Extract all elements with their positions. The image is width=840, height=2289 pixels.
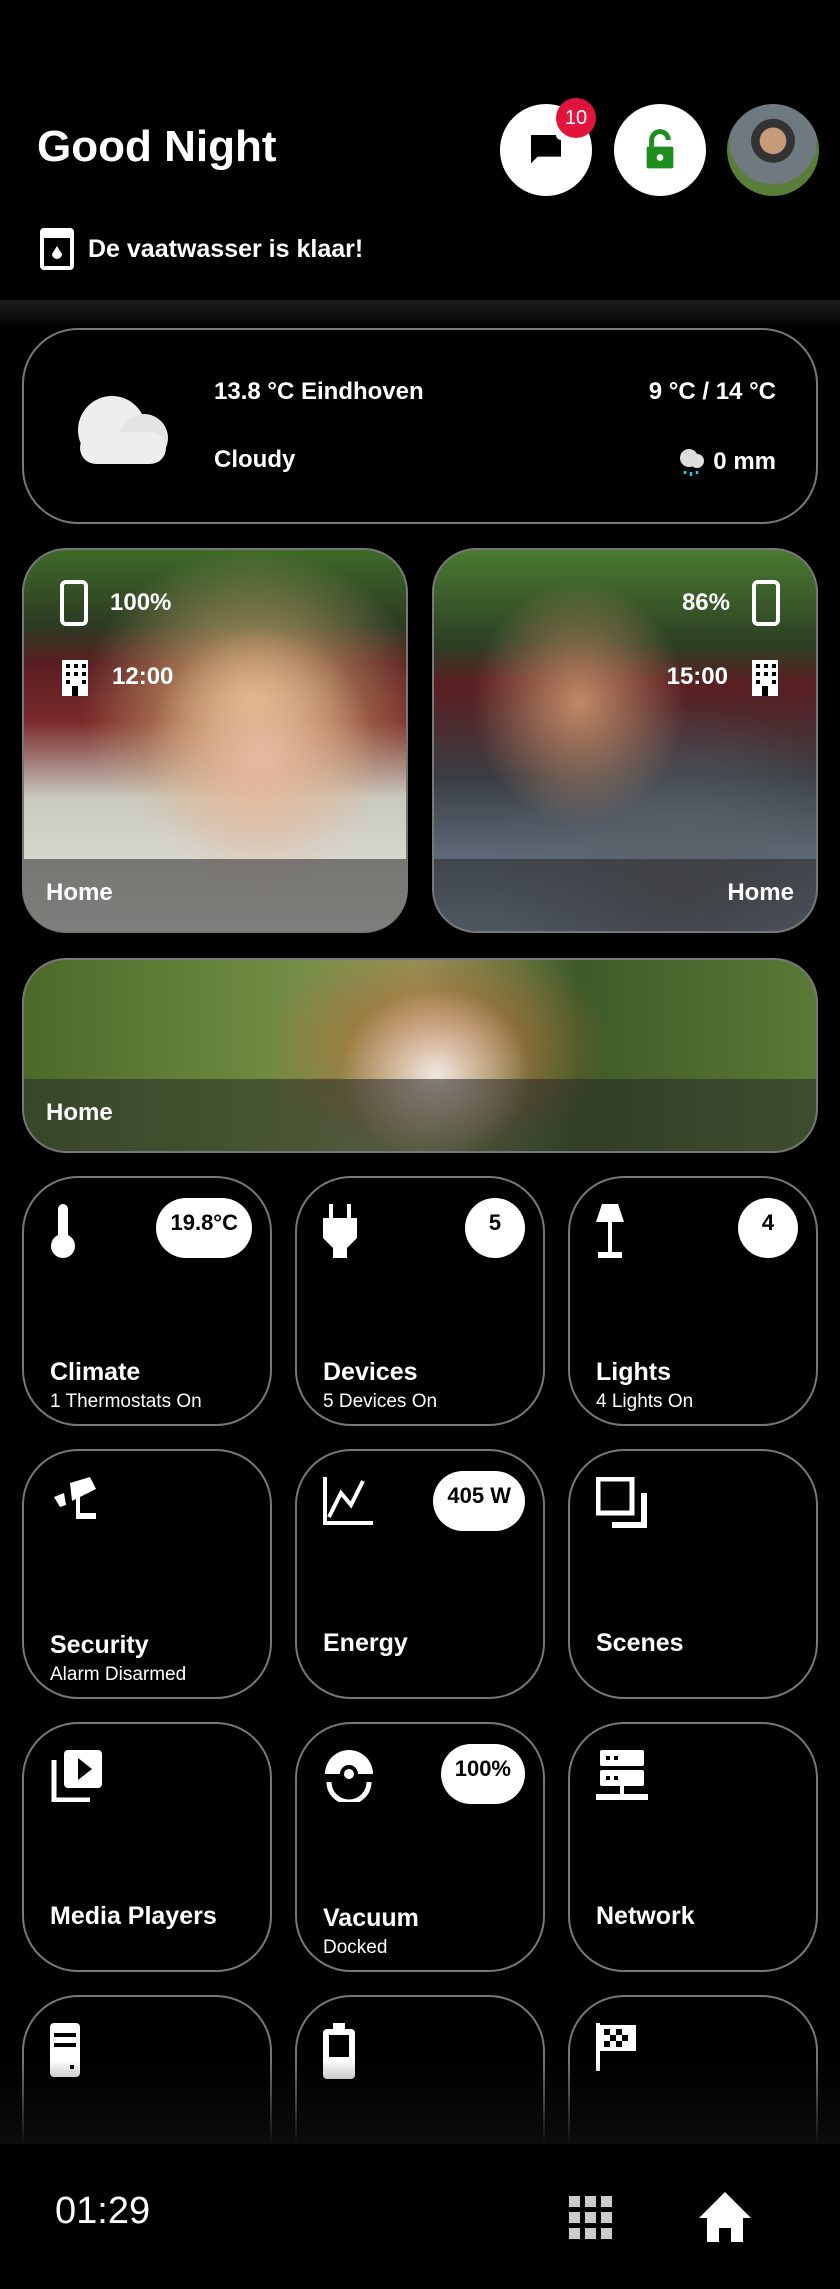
lock-open-icon	[646, 129, 674, 169]
phone-battery-icon	[752, 580, 780, 626]
tile-name: Scenes	[596, 1629, 684, 1657]
tile-devices[interactable]: 5 Devices 5 Devices On	[295, 1176, 545, 1426]
scenes-icon	[595, 1476, 648, 1534]
chart-line-icon	[323, 1477, 373, 1530]
scroll-fade	[0, 2060, 840, 2145]
tile-vacuum[interactable]: 100% Vacuum Docked	[295, 1722, 545, 1972]
weather-range: 9 °C / 14 °C	[648, 378, 776, 405]
tile-energy[interactable]: 405 W Energy	[295, 1449, 545, 1699]
server-network-icon	[596, 1750, 648, 1807]
person-card[interactable]: 100% 12:00 Home	[22, 548, 408, 933]
tile-climate[interactable]: 19.8°C Climate 1 Thermostats On	[22, 1176, 272, 1426]
pet-location: Home	[24, 1079, 816, 1151]
tile-scenes[interactable]: Scenes	[568, 1449, 818, 1699]
tile-status: Docked	[323, 1937, 388, 1958]
tile-status: 5 Devices On	[323, 1391, 438, 1412]
floor-lamp-icon	[596, 1204, 624, 1263]
tile-name: Climate	[50, 1358, 141, 1386]
plug-icon	[323, 1204, 357, 1263]
notification-badge: 10	[556, 98, 596, 138]
battery-level: 86%	[681, 589, 730, 616]
person-time: 12:00	[112, 663, 174, 690]
tile-status: 1 Thermostats On	[50, 1391, 202, 1412]
person-time: 15:00	[666, 663, 728, 690]
tile-name: Vacuum	[323, 1904, 419, 1932]
tile-name: Lights	[596, 1358, 671, 1386]
divider-shadow	[0, 300, 840, 330]
play-box-multiple-icon	[50, 1750, 102, 1807]
tile-lights[interactable]: 4 Lights 4 Lights On	[568, 1176, 818, 1426]
apps-grid-icon[interactable]	[569, 2196, 613, 2240]
weather-current: 13.8 °C Eindhoven	[214, 378, 424, 405]
avatar[interactable]	[727, 104, 819, 196]
rain-cloud-icon	[680, 449, 705, 476]
dishwasher-icon	[40, 228, 74, 270]
thermometer-icon	[50, 1204, 76, 1263]
phone-battery-icon	[60, 580, 88, 626]
pet-card[interactable]: Home	[22, 958, 818, 1153]
weather-card[interactable]: 13.8 °C Eindhoven Cloudy 9 °C / 14 °C 0 …	[22, 328, 818, 524]
person-location: Home	[24, 859, 406, 931]
tile-network[interactable]: Network	[568, 1722, 818, 1972]
tile-name: Devices	[323, 1358, 418, 1386]
tile-name: Energy	[323, 1629, 408, 1657]
tile-badge: 19.8°C	[156, 1198, 252, 1258]
tile-security[interactable]: Security Alarm Disarmed	[22, 1449, 272, 1699]
tile-status: Alarm Disarmed	[50, 1664, 187, 1685]
battery-level: 100%	[110, 589, 172, 616]
tile-badge: 4	[738, 1198, 798, 1258]
tile-media-players[interactable]: Media Players	[22, 1722, 272, 1972]
tile-name: Network	[596, 1902, 695, 1930]
precipitation: 0 mm	[713, 448, 776, 475]
office-building-icon	[62, 660, 88, 696]
tile-badge: 5	[465, 1198, 525, 1258]
clock: 01:29	[55, 2190, 151, 2232]
tile-status: 4 Lights On	[596, 1391, 694, 1412]
notification-text: De vaatwasser is klaar!	[88, 234, 364, 263]
weather-condition: Cloudy	[214, 446, 296, 473]
lock-button[interactable]	[614, 104, 706, 196]
tile-name: Media Players	[50, 1902, 217, 1930]
cloud-icon	[78, 396, 168, 464]
office-building-icon	[752, 660, 778, 696]
person-location: Home	[434, 859, 816, 931]
home-icon[interactable]	[699, 2192, 751, 2242]
tile-badge: 100%	[440, 1744, 525, 1804]
tile-name: Security	[50, 1631, 149, 1659]
message-icon	[531, 135, 561, 164]
person-card[interactable]: 86% 15:00 Home	[432, 548, 818, 933]
cctv-icon	[50, 1477, 102, 1526]
notification-row[interactable]: De vaatwasser is klaar!	[40, 228, 363, 270]
tile-badge: 405 W	[433, 1471, 525, 1531]
greeting-title: Good Night	[37, 122, 277, 171]
robot-vacuum-icon	[323, 1750, 375, 1807]
